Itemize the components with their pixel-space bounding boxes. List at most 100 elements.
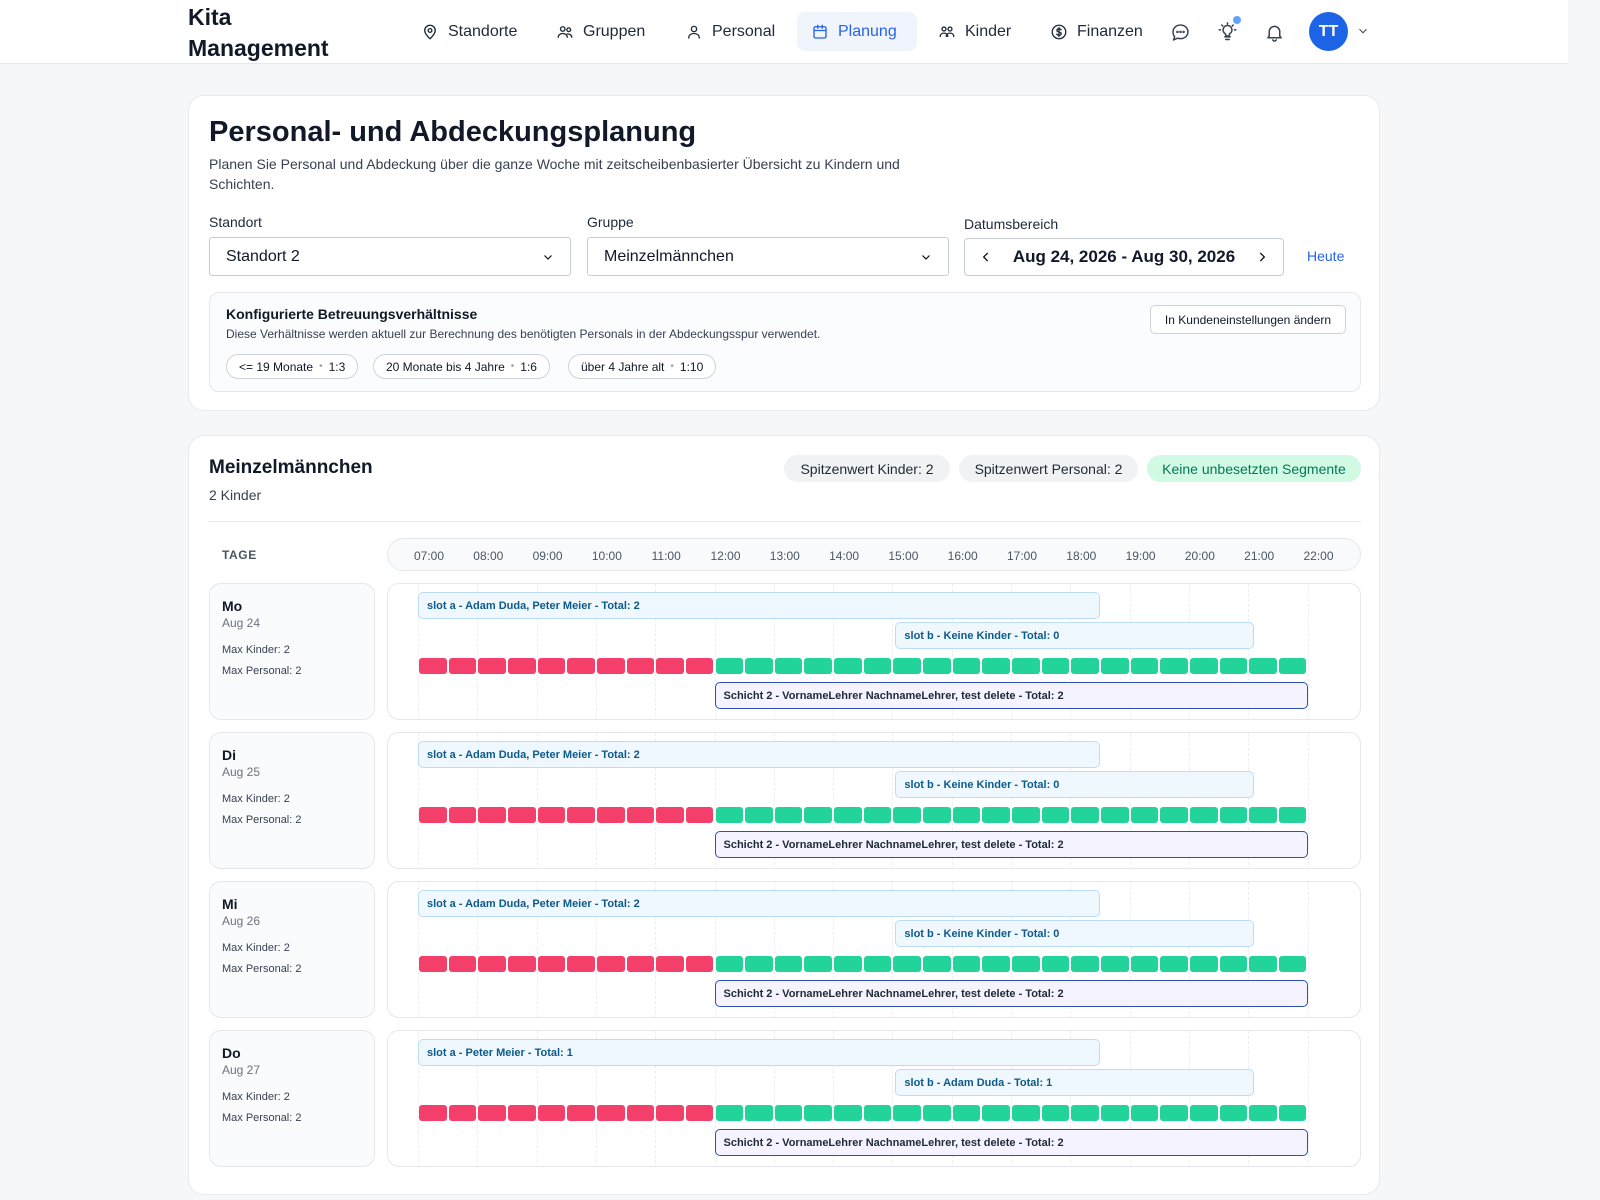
page-title: Personal- und Abdeckungsplanung bbox=[209, 116, 697, 148]
slot-b-bar[interactable]: slot b - Keine Kinder - Total: 0 bbox=[895, 771, 1255, 798]
covered-segment bbox=[715, 1105, 744, 1121]
uncovered-segment bbox=[448, 807, 477, 823]
day-card[interactable]: Do Aug 27 Max Kinder: 2 Max Personal: 2 bbox=[209, 1030, 375, 1167]
uncovered-segment bbox=[567, 807, 595, 823]
covered-segment bbox=[1278, 807, 1307, 823]
day-timeline-lane: slot a - Adam Duda, Peter Meier - Total:… bbox=[387, 881, 1361, 1018]
uncovered-segment bbox=[626, 658, 655, 674]
covered-segment bbox=[1249, 1105, 1277, 1121]
shift-bar[interactable]: Schicht 2 - VornameLehrer NachnameLehrer… bbox=[714, 980, 1308, 1007]
edit-in-customer-settings-button[interactable]: In Kundeneinstellungen ändern bbox=[1150, 305, 1346, 334]
ratio-chip: 20 Monate bis 4 Jahre • 1:6 bbox=[373, 354, 550, 379]
uncovered-segment bbox=[656, 1105, 684, 1121]
nav-item-finanzen[interactable]: Finanzen bbox=[1036, 12, 1157, 51]
slot-b-bar[interactable]: slot b - Keine Kinder - Total: 0 bbox=[895, 622, 1255, 649]
covered-segment bbox=[1160, 956, 1188, 972]
hour-gridline bbox=[1307, 882, 1309, 1017]
covered-segment bbox=[1189, 956, 1218, 972]
uncovered-segment bbox=[478, 956, 506, 972]
day-max-staff: Max Personal: 2 bbox=[222, 1112, 302, 1124]
covered-segment bbox=[1100, 658, 1129, 674]
uncovered-segment bbox=[685, 658, 714, 674]
day-max-staff: Max Personal: 2 bbox=[222, 963, 302, 975]
user-avatar[interactable]: TT bbox=[1309, 12, 1348, 51]
covered-segment bbox=[745, 956, 773, 972]
today-button[interactable]: Heute bbox=[1307, 248, 1344, 264]
standort-label: Standort bbox=[209, 214, 262, 230]
page-subtitle: Planen Sie Personal und Abdeckung über d… bbox=[209, 156, 900, 192]
covered-segment bbox=[745, 658, 773, 674]
ratio-age: 20 Monate bis 4 Jahre bbox=[386, 359, 505, 374]
uncovered-segment bbox=[656, 807, 684, 823]
day-date: Aug 27 bbox=[222, 1063, 261, 1077]
uncovered-segment bbox=[537, 1105, 566, 1121]
gruppe-select[interactable]: Meinzelmännchen bbox=[587, 237, 949, 276]
slot-a-bar[interactable]: slot a - Adam Duda, Peter Meier - Total:… bbox=[418, 741, 1100, 768]
uncovered-segment bbox=[507, 658, 536, 674]
shift-bar[interactable]: Schicht 2 - VornameLehrer NachnameLehrer… bbox=[714, 831, 1308, 858]
slot-a-bar[interactable]: slot a - Adam Duda, Peter Meier - Total:… bbox=[418, 592, 1100, 619]
slot-a-bar[interactable]: slot a - Peter Meier - Total: 1 bbox=[418, 1039, 1100, 1066]
gruppe-label: Gruppe bbox=[587, 214, 634, 230]
app-logo[interactable]: Kita Management bbox=[188, 2, 329, 64]
nav-item-label: Kinder bbox=[965, 22, 1012, 40]
nav-item-standorte[interactable]: Standorte bbox=[407, 12, 531, 51]
date-range-picker: Aug 24, 2026 - Aug 30, 2026 bbox=[964, 238, 1284, 276]
nav-item-planung[interactable]: Planung bbox=[797, 12, 917, 51]
uncovered-segment bbox=[626, 956, 655, 972]
uncovered-segment bbox=[596, 807, 625, 823]
ratio-chip: <= 19 Monate • 1:3 bbox=[226, 354, 359, 379]
time-axis: 07:00 08:00 09:00 10:00 11:00 12:00 13:00 14:00… bbox=[387, 538, 1361, 571]
slot-b-bar[interactable]: slot b - Adam Duda - Total: 1 bbox=[895, 1069, 1255, 1096]
bell-icon[interactable] bbox=[1262, 20, 1286, 44]
standort-select[interactable]: Standort 2 bbox=[209, 237, 571, 276]
uncovered-segment bbox=[419, 807, 447, 823]
nav-item-gruppen[interactable]: Gruppen bbox=[542, 12, 659, 51]
time-tick-label: 12:00 bbox=[710, 549, 741, 563]
lightbulb-icon[interactable] bbox=[1215, 16, 1241, 44]
covered-segment bbox=[774, 658, 803, 674]
covered-segment bbox=[1189, 1105, 1218, 1121]
app-title-line1: Kita bbox=[188, 4, 232, 30]
covered-segment bbox=[1071, 956, 1099, 972]
chat-icon[interactable] bbox=[1168, 20, 1192, 44]
shift-bar[interactable]: Schicht 2 - VornameLehrer NachnameLehrer… bbox=[714, 682, 1308, 709]
chevron-right-icon[interactable] bbox=[1255, 250, 1269, 264]
date-range-value: Aug 24, 2026 - Aug 30, 2026 bbox=[1012, 247, 1236, 266]
children-icon bbox=[939, 25, 955, 37]
uncovered-segment bbox=[448, 658, 477, 674]
day-card[interactable]: Mi Aug 26 Max Kinder: 2 Max Personal: 2 bbox=[209, 881, 375, 1018]
nav-item-personal[interactable]: Personal bbox=[671, 12, 789, 51]
care-ratios-description: Diese Verhältnisse werden aktuell zur Be… bbox=[226, 327, 821, 341]
day-timeline-lane: slot a - Adam Duda, Peter Meier - Total:… bbox=[387, 732, 1361, 869]
users-icon bbox=[557, 25, 573, 38]
time-tick-label: 14:00 bbox=[829, 549, 860, 563]
nav-item-kinder[interactable]: Kinder bbox=[924, 12, 1025, 51]
slot-a-bar[interactable]: slot a - Adam Duda, Peter Meier - Total:… bbox=[418, 890, 1100, 917]
gruppe-select-value: Meinzelmännchen bbox=[604, 247, 734, 265]
slot-b-bar[interactable]: slot b - Keine Kinder - Total: 0 bbox=[895, 920, 1255, 947]
covered-segment bbox=[863, 1105, 892, 1121]
covered-segment bbox=[1012, 807, 1040, 823]
chevron-down-icon[interactable] bbox=[1356, 24, 1372, 40]
time-tick-label: 18:00 bbox=[1066, 549, 1097, 563]
ratio-value: 1:10 bbox=[679, 359, 704, 374]
covered-segment bbox=[863, 658, 892, 674]
covered-segment bbox=[923, 1105, 951, 1121]
ratio-value: 1:6 bbox=[520, 359, 537, 374]
chevron-left-icon[interactable] bbox=[979, 250, 993, 264]
ratio-age: <= 19 Monate bbox=[239, 359, 314, 374]
day-name: Mo bbox=[222, 598, 243, 614]
shift-bar[interactable]: Schicht 2 - VornameLehrer NachnameLehrer… bbox=[714, 1129, 1308, 1156]
day-card[interactable]: Di Aug 25 Max Kinder: 2 Max Personal: 2 bbox=[209, 732, 375, 869]
covered-segment bbox=[982, 956, 1010, 972]
time-tick-label: 07:00 bbox=[413, 549, 445, 563]
day-max-staff: Max Personal: 2 bbox=[222, 814, 302, 826]
hour-gridline bbox=[1307, 584, 1309, 719]
covered-segment bbox=[715, 956, 744, 972]
time-tick-label: 11:00 bbox=[651, 549, 681, 563]
covered-segment bbox=[982, 1105, 1010, 1121]
uncovered-segment bbox=[537, 658, 566, 674]
covered-segment bbox=[952, 658, 981, 674]
day-card[interactable]: Mo Aug 24 Max Kinder: 2 Max Personal: 2 bbox=[209, 583, 375, 720]
